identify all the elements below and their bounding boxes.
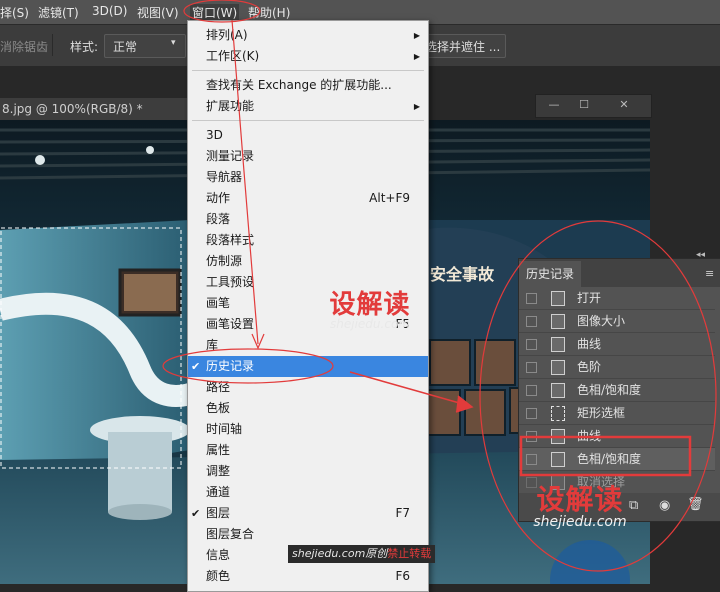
copyright-suffix: 禁止转载: [387, 547, 432, 560]
history-item-circle: [162, 348, 334, 384]
history-item-highlight-box: [519, 435, 692, 477]
copyright-prefix: shejiedu.com原创: [292, 547, 388, 560]
watermark-logo: 设解读: [329, 290, 411, 320]
watermark-url: shejiedu.com: [330, 317, 410, 331]
panel-arrow-head: [455, 395, 474, 413]
window-menu-circle: [183, 0, 261, 23]
menu-arrow: [231, 19, 259, 345]
copyright-notice: shejiedu.com原创禁止转载: [288, 545, 436, 563]
watermark-url-2: shejiedu.com: [533, 514, 627, 530]
panel-arrow: [349, 371, 471, 407]
watermark-panel: 设解读 shejiedu.com: [505, 478, 655, 530]
watermark-logo-2: 设解读: [536, 483, 624, 516]
watermark-center: 设解读 shejiedu.com: [310, 284, 430, 331]
